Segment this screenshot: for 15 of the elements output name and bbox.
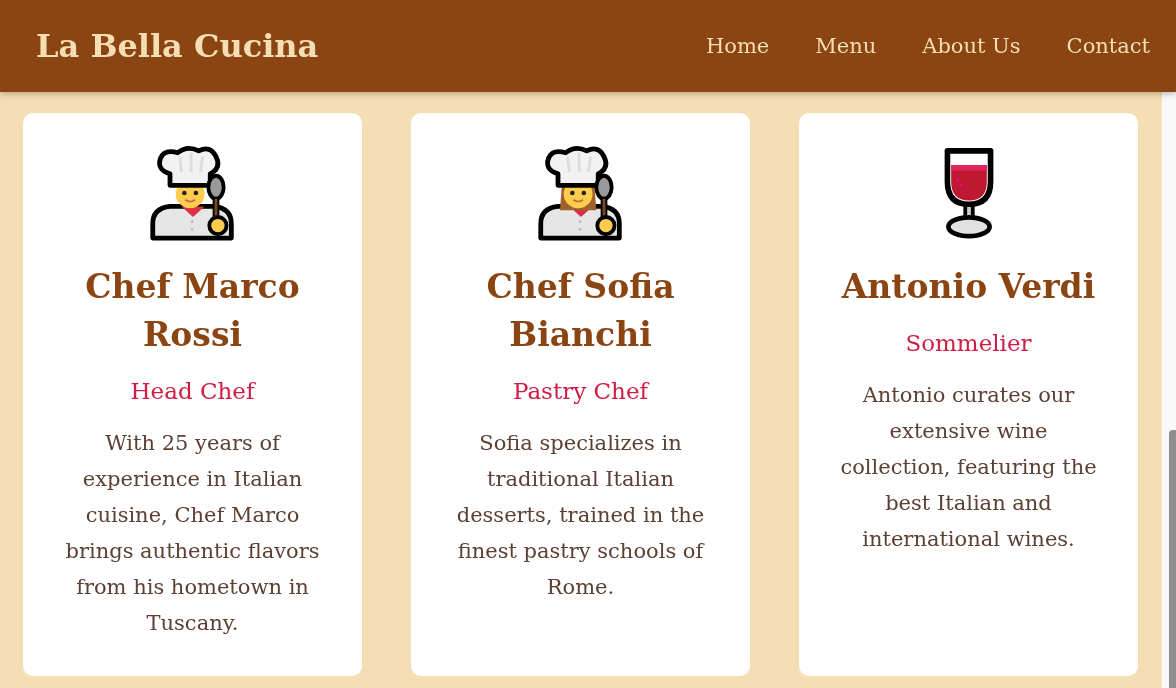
nav-link[interactable]: Menu: [815, 31, 877, 61]
scrollbar-thumb[interactable]: [1169, 430, 1176, 688]
site-logo: La Bella Cucina: [36, 26, 319, 67]
member-bio: With 25 years of experience in Italian cuisine, Chef Marco brings authentic flavors from his hometown in Tuscany.: [64, 430, 321, 637]
nav-link[interactable]: Contact: [1066, 31, 1150, 61]
member-name: Antonio Verdi: [841, 266, 1096, 308]
member-role: Head Chef: [130, 377, 255, 406]
member-name: Chef Sofia Bianchi: [485, 266, 676, 356]
member-name: Chef Marco Rossi: [84, 266, 301, 356]
nav-link[interactable]: About Us: [922, 31, 1021, 61]
nav-link[interactable]: Home: [705, 31, 770, 61]
member-bio: Sofia specializes in traditional Italian desserts, trained in the finest pastry schools of Rome.: [455, 430, 706, 601]
member-bio: Antonio curates our extensive wine collection, featuring the best Italian and international wines.: [839, 382, 1098, 553]
member-role: Pastry Chef: [512, 377, 648, 406]
member-role: Sommelier: [905, 329, 1032, 358]
